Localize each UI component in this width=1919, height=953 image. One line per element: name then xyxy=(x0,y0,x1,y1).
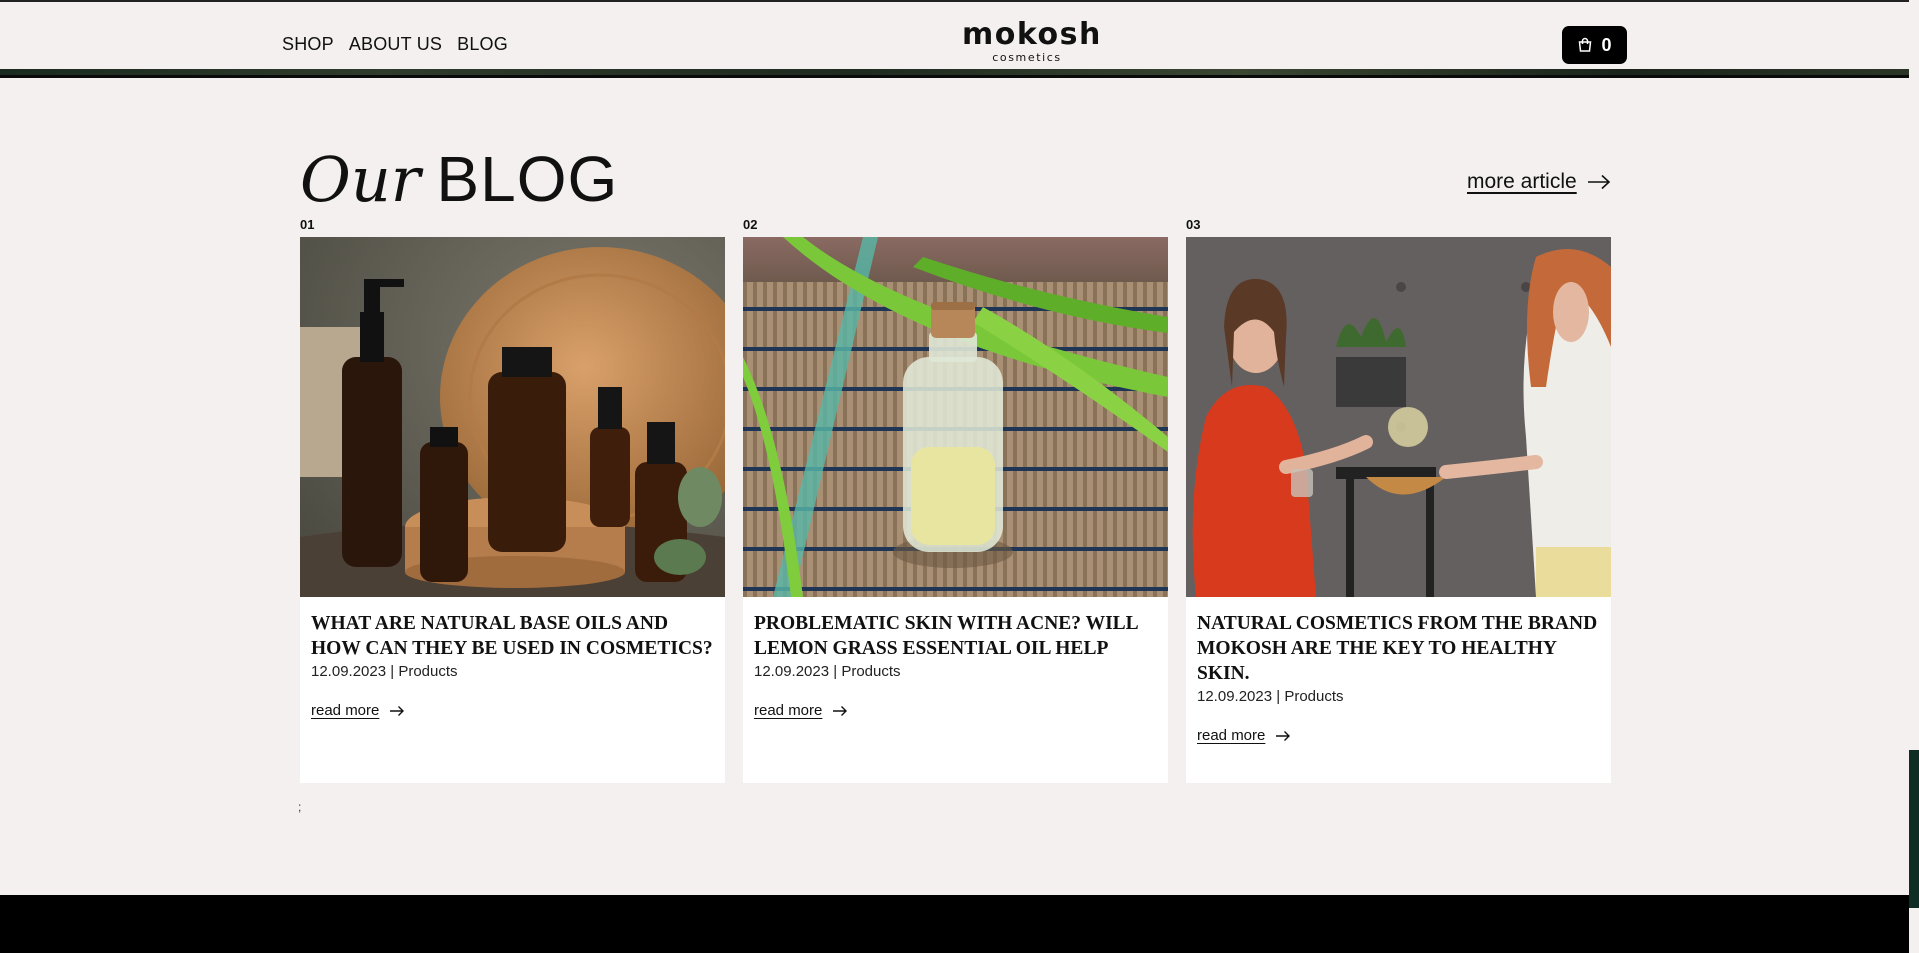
more-article-link[interactable]: more article xyxy=(1467,170,1611,194)
blog-title-italic: Our xyxy=(300,143,421,216)
card-body: NATURAL COSMETICS FROM THE BRAND MOKOSH … xyxy=(1186,597,1611,744)
read-more-label: read more xyxy=(754,702,823,719)
arrow-right-icon xyxy=(833,705,848,716)
post-meta: 12.09.2023 | Products xyxy=(1197,688,1344,705)
post-category: Products xyxy=(398,663,458,680)
post-image-art xyxy=(743,237,1168,597)
post-title[interactable]: PROBLEMATIC SKIN WITH ACNE? WILL LEMON G… xyxy=(754,611,1157,661)
arrow-right-icon xyxy=(1276,730,1291,741)
read-more-link[interactable]: read more xyxy=(311,702,714,719)
blog-card[interactable]: PROBLEMATIC SKIN WITH ACNE? WILL LEMON G… xyxy=(743,237,1168,783)
post-image-art xyxy=(1186,237,1611,597)
post-date: 12.09.2023 xyxy=(1197,688,1273,705)
more-article-label: more article xyxy=(1467,170,1577,193)
shopping-bag-icon xyxy=(1579,37,1592,52)
stray-text: ; xyxy=(298,800,302,814)
post-date: 12.09.2023 xyxy=(311,663,387,680)
blog-card[interactable]: WHAT ARE NATURAL BASE OILS AND HOW CAN T… xyxy=(300,237,725,783)
post-number: 03 xyxy=(1186,217,1201,232)
post-category: Products xyxy=(841,663,901,680)
read-more-link[interactable]: read more xyxy=(754,702,1157,719)
arrow-right-icon xyxy=(1587,174,1610,190)
post-image-art xyxy=(300,237,725,597)
nav-blog[interactable]: BLOG xyxy=(457,34,508,55)
cart-count: 0 xyxy=(1601,34,1612,55)
post-date: 12.09.2023 xyxy=(754,663,830,680)
blog-section-title: Our BLOG xyxy=(300,142,618,222)
read-more-label: read more xyxy=(311,702,380,719)
post-number: 01 xyxy=(300,217,315,232)
arrow-right-icon xyxy=(390,705,405,716)
hero-image-edge xyxy=(0,69,1909,78)
post-image-cosmetics-workshop[interactable] xyxy=(1186,237,1611,597)
nav-shop[interactable]: SHOP xyxy=(282,34,334,55)
read-more-label: read more xyxy=(1197,727,1266,744)
cart-button[interactable]: 0 xyxy=(1562,26,1627,64)
site-footer xyxy=(0,895,1909,953)
card-body: WHAT ARE NATURAL BASE OILS AND HOW CAN T… xyxy=(300,597,725,719)
site-logo[interactable]: mokosh cosmetics xyxy=(962,17,1102,64)
post-image-oil-bottles[interactable] xyxy=(300,237,725,597)
post-category: Products xyxy=(1284,688,1344,705)
post-image-lemongrass-oil[interactable] xyxy=(743,237,1168,597)
scrollbar-thumb[interactable] xyxy=(1909,750,1919,908)
post-title[interactable]: NATURAL COSMETICS FROM THE BRAND MOKOSH … xyxy=(1197,611,1600,686)
nav-about-us[interactable]: ABOUT US xyxy=(349,34,442,55)
logo-subtitle: cosmetics xyxy=(992,51,1062,64)
read-more-link[interactable]: read more xyxy=(1197,727,1600,744)
post-title[interactable]: WHAT ARE NATURAL BASE OILS AND HOW CAN T… xyxy=(311,611,714,661)
site-header: SHOP ABOUT US BLOG mokosh cosmetics 0 xyxy=(0,2,1909,70)
post-meta: 12.09.2023 | Products xyxy=(754,663,901,680)
post-meta: 12.09.2023 | Products xyxy=(311,663,458,680)
main-nav: SHOP ABOUT US BLOG xyxy=(282,34,508,55)
card-body: PROBLEMATIC SKIN WITH ACNE? WILL LEMON G… xyxy=(743,597,1168,719)
blog-title-main: BLOG xyxy=(436,143,619,215)
post-number: 02 xyxy=(743,217,758,232)
logo-wordmark: mokosh xyxy=(962,17,1102,52)
blog-card[interactable]: NATURAL COSMETICS FROM THE BRAND MOKOSH … xyxy=(1186,237,1611,783)
